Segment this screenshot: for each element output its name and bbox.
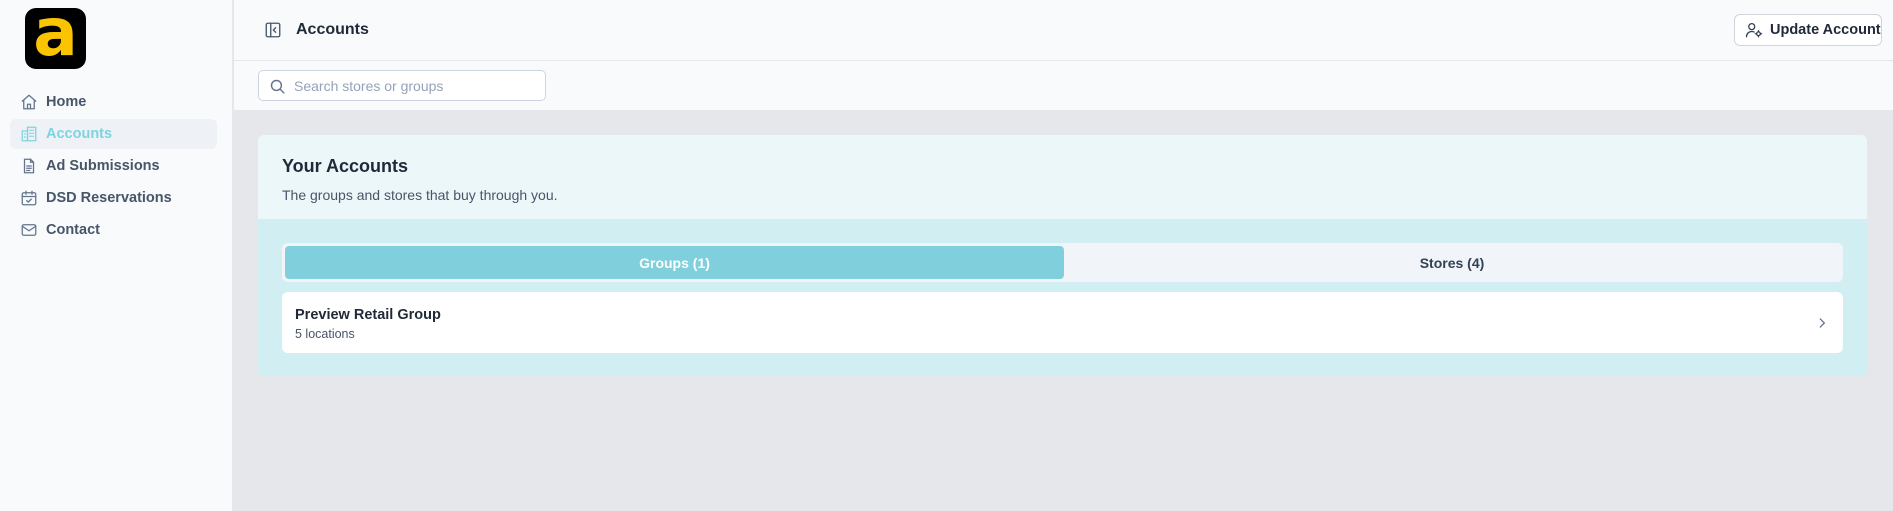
accounts-tabs: Groups (1) Stores (4) (282, 243, 1843, 282)
update-account-label: Update Account (1770, 22, 1881, 38)
search-input[interactable] (294, 71, 534, 100)
search-field[interactable] (258, 70, 546, 101)
user-gear-icon (1745, 22, 1763, 38)
accounts-card-subtitle: The groups and stores that buy through y… (282, 187, 558, 203)
group-locations: 5 locations (295, 327, 355, 341)
accounts-card-header: Your Accounts The groups and stores that… (258, 135, 1867, 219)
sidebar-item-contact[interactable]: Contact (10, 215, 217, 245)
home-icon (21, 94, 37, 110)
brand-logo[interactable]: a (25, 8, 86, 69)
search-icon (270, 79, 285, 94)
sidebar-item-label: Home (46, 94, 87, 110)
building-icon (21, 126, 37, 142)
sidebar-toggle-icon[interactable] (264, 21, 282, 39)
top-bar: Accounts Update Account (234, 0, 1893, 61)
sidebar-item-home[interactable]: Home (10, 87, 217, 117)
page-title: Accounts (296, 21, 369, 38)
search-bar (234, 61, 1893, 111)
chevron-right-icon (1819, 318, 1825, 328)
document-icon (23, 158, 35, 174)
tab-groups[interactable]: Groups (1) (285, 246, 1064, 279)
sidebar-item-label: DSD Reservations (46, 190, 172, 206)
group-name: Preview Retail Group (295, 307, 441, 323)
sidebar-item-dsd-reservations[interactable]: DSD Reservations (10, 183, 217, 213)
mail-icon (21, 224, 37, 236)
tab-stores[interactable]: Stores (4) (1064, 246, 1840, 279)
accounts-card: Your Accounts The groups and stores that… (258, 135, 1867, 376)
sidebar-item-ad-submissions[interactable]: Ad Submissions (10, 151, 217, 181)
sidebar-nav: Home Accounts Ad Submissions DSD Reserva… (10, 87, 217, 247)
sidebar: a Home Accounts Ad Submissions DSD Reser… (0, 0, 233, 511)
sidebar-item-label: Contact (46, 222, 100, 238)
sidebar-item-accounts[interactable]: Accounts (10, 119, 217, 149)
calendar-check-icon (21, 190, 37, 206)
sidebar-item-label: Ad Submissions (46, 158, 160, 174)
accounts-card-title: Your Accounts (282, 156, 409, 176)
update-account-button[interactable]: Update Account (1734, 14, 1882, 46)
group-row[interactable]: Preview Retail Group 5 locations (282, 292, 1843, 353)
logo-letter: a (33, 8, 78, 69)
sidebar-item-label: Accounts (46, 126, 113, 142)
